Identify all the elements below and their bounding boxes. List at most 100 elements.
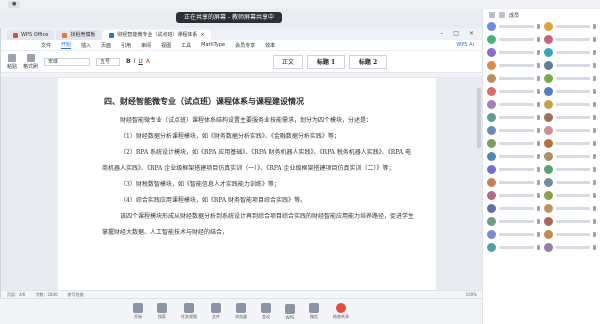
participant-item[interactable] [543, 177, 596, 187]
participant-item[interactable] [543, 34, 596, 44]
mic-icon [593, 127, 596, 133]
participant-item[interactable] [487, 60, 540, 70]
mic-icon [536, 88, 540, 94]
taskbar-search[interactable]: 搜索 [157, 303, 167, 320]
participant-item[interactable] [487, 34, 540, 44]
participant-item[interactable] [543, 242, 596, 252]
participant-item[interactable] [487, 99, 540, 109]
menu-item-file[interactable]: 文件 [41, 42, 51, 49]
participant-name [499, 102, 534, 106]
menu-item-view[interactable]: 视图 [161, 42, 171, 49]
participant-name [499, 245, 534, 249]
participant-item[interactable] [543, 112, 596, 122]
participant-item[interactable] [543, 229, 596, 239]
participant-item[interactable] [487, 125, 540, 135]
tab-wps-home[interactable]: WPS Office [7, 30, 55, 40]
mic-icon [536, 49, 540, 55]
participant-item[interactable] [543, 216, 596, 226]
taskbar-folder[interactable]: 文件 [211, 303, 221, 320]
close-window-icon[interactable]: × [469, 28, 474, 40]
participant-item[interactable] [543, 138, 596, 148]
maximize-icon[interactable]: □ [453, 28, 459, 40]
mic-icon [593, 166, 596, 172]
close-icon[interactable]: × [200, 30, 204, 40]
taskbar-wps[interactable]: WPS [285, 303, 295, 320]
participant-item[interactable] [487, 138, 540, 148]
participant-item[interactable] [487, 164, 540, 174]
wps-icon [13, 32, 18, 38]
menu-item-efficiency[interactable]: 效率 [265, 42, 275, 49]
paragraph: 财经智能微专业（试点班）课程体系结构设置主要服务业技能需求，划分为四个模块，分述… [120, 117, 373, 124]
taskbar-task-view[interactable]: 任务视图 [181, 303, 197, 320]
taskbar-browser[interactable]: 浏览器 [235, 303, 247, 320]
style-heading-1[interactable]: 标题 1 [307, 55, 345, 69]
format-painter-button[interactable]: 格式刷 [23, 53, 38, 70]
participant-item[interactable] [543, 60, 596, 70]
taskbar-label: 开始 [134, 314, 142, 319]
underline-button[interactable]: U [138, 58, 142, 65]
style-heading-2[interactable]: 标题 2 [349, 55, 387, 69]
participant-item[interactable] [543, 99, 596, 109]
participant-item[interactable] [487, 21, 540, 31]
word-count[interactable]: 字数：2846 [35, 292, 57, 298]
avatar [487, 138, 496, 148]
menu-item-tools[interactable]: 工具 [181, 42, 191, 49]
taskbar-label: 浏览器 [235, 314, 247, 319]
taskbar-windows[interactable]: 开始 [133, 303, 143, 320]
list-view-icon[interactable] [499, 12, 505, 18]
menu-item-page[interactable]: 页面 [101, 42, 111, 49]
participant-item[interactable] [487, 203, 540, 213]
menu-item-mathtype[interactable]: MathType [201, 42, 225, 48]
spell-check[interactable]: 拼写检查 [68, 292, 84, 298]
participant-item[interactable] [543, 47, 596, 57]
participant-item[interactable] [487, 86, 540, 96]
participant-item[interactable] [543, 203, 596, 213]
font-color-button[interactable]: A [146, 58, 150, 65]
style-normal[interactable]: 正文 [273, 55, 303, 69]
participant-item[interactable] [543, 73, 596, 83]
mic-icon [536, 244, 540, 250]
template-icon [62, 32, 68, 38]
menu-item-member[interactable]: 会员专享 [235, 42, 255, 49]
participant-item[interactable] [487, 47, 540, 57]
menu-item-insert[interactable]: 插入 [81, 42, 91, 49]
tab-templates[interactable]: 找稻壳模板 [56, 30, 102, 40]
minimize-icon[interactable]: – [440, 28, 443, 40]
participant-item[interactable] [487, 73, 540, 83]
mic-icon [593, 192, 596, 198]
participant-item[interactable] [487, 229, 540, 239]
taskbar-meeting[interactable]: 会议 [261, 303, 271, 320]
participant-item[interactable] [487, 190, 540, 200]
font-size-select[interactable]: 五号 [96, 57, 121, 66]
participant-item[interactable] [487, 242, 540, 252]
bold-button[interactable]: B [126, 58, 131, 65]
grid-view-icon[interactable] [489, 12, 495, 18]
wps-ai-button[interactable]: WPS AI [456, 42, 474, 48]
taskbar-stop-share[interactable]: 结束共享 [333, 303, 349, 320]
share-status-bar: ● [0, 0, 600, 9]
participant-item[interactable] [487, 216, 540, 226]
participant-item[interactable] [543, 164, 596, 174]
menu-item-references[interactable]: 引用 [121, 42, 131, 49]
vertical-scrollbar[interactable] [477, 88, 481, 148]
participant-item[interactable] [543, 86, 596, 96]
screen: ● 正在共享的屏幕 - 教师屏幕共享中 WPS Office 找稻壳模板 财经智… [0, 0, 600, 324]
tab-document[interactable]: 财经智能微专业（试点班）课程体系 × [103, 30, 211, 40]
paste-button[interactable]: 粘贴 [7, 53, 17, 70]
participant-name [555, 37, 590, 41]
menu-item-review[interactable]: 审阅 [141, 42, 151, 49]
zoom-level[interactable]: 100% [466, 292, 477, 297]
participant-item[interactable] [543, 21, 596, 31]
participant-item[interactable] [543, 125, 596, 135]
participant-item[interactable] [487, 177, 540, 187]
menu-item-home[interactable]: 开始 [61, 41, 72, 49]
document-page[interactable]: 四、财经智能微专业（试点班）课程体系与课程建设情况 财经智能微专业（试点班）课程… [58, 78, 436, 300]
font-name-select[interactable]: 宋体 [44, 57, 91, 66]
taskbar-wechat[interactable]: 微信 [309, 303, 319, 320]
participant-item[interactable] [487, 151, 540, 161]
participant-item[interactable] [487, 112, 540, 122]
participant-name [555, 24, 590, 28]
italic-button[interactable]: I [134, 58, 136, 65]
participant-item[interactable] [543, 190, 596, 200]
participant-item[interactable] [543, 151, 596, 161]
